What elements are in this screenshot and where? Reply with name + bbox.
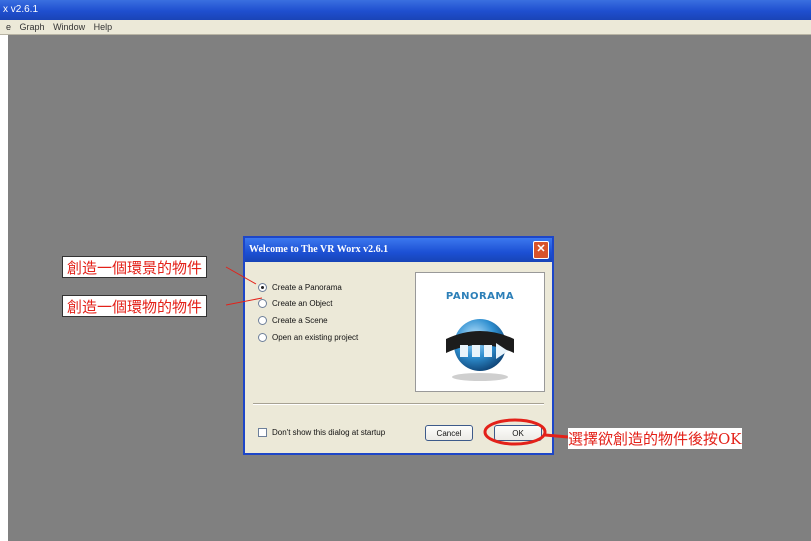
option-create-scene[interactable]: Create a Scene: [258, 313, 328, 327]
annotation-panorama: 創造一個環景的物件: [62, 256, 208, 278]
option-label: Create a Scene: [272, 315, 328, 325]
option-label: Open an existing project: [272, 332, 359, 342]
checkbox-label: Don't show this dialog at startup: [272, 428, 386, 437]
ok-button[interactable]: OK: [494, 425, 542, 441]
annotation-object: 創造一個環物的物件: [62, 295, 208, 317]
option-create-panorama[interactable]: Create a Panorama: [258, 280, 342, 294]
option-label: Create an Object: [272, 298, 333, 308]
radio-checked-icon[interactable]: [258, 282, 267, 292]
menu-item-help[interactable]: Help: [94, 20, 113, 34]
dialog-separator: [253, 403, 544, 405]
menu-item-window[interactable]: Window: [53, 20, 85, 34]
welcome-dialog: Welcome to The VR Worx v2.6.1 ✕ Create a…: [243, 236, 554, 455]
menu-item-graph[interactable]: Graph: [20, 20, 45, 34]
option-create-object[interactable]: Create an Object: [258, 296, 332, 310]
panorama-preview: PANORAMA: [415, 272, 545, 392]
dont-show-checkbox-row[interactable]: Don't show this dialog at startup: [258, 428, 385, 437]
radio-icon[interactable]: [258, 298, 267, 308]
close-icon[interactable]: ✕: [533, 241, 549, 259]
checkbox-icon[interactable]: [258, 428, 267, 437]
cancel-button[interactable]: Cancel: [425, 425, 473, 441]
panorama-globe-icon: [446, 319, 514, 381]
app-left-edge: [0, 35, 8, 541]
option-label: Create a Panorama: [272, 282, 342, 292]
menu-item-edit[interactable]: e: [6, 20, 11, 34]
app-menubar: e Graph Window Help: [0, 20, 811, 35]
dialog-title: Welcome to The VR Worx v2.6.1: [245, 238, 552, 262]
radio-icon[interactable]: [258, 332, 267, 342]
app-titlebar: x v2.6.1: [0, 0, 811, 20]
radio-icon[interactable]: [258, 315, 267, 325]
annotation-ok: 選擇欲創造的物件後按OK: [568, 428, 742, 449]
option-open-project[interactable]: Open an existing project: [258, 330, 358, 344]
